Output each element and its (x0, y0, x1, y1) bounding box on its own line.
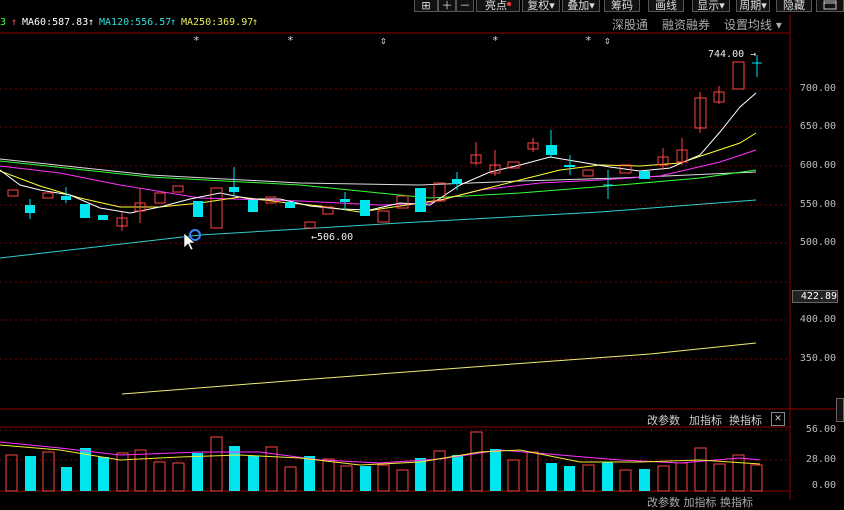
volume-tick: 0.00 (811, 480, 836, 491)
candle-up (172, 185, 184, 193)
change-params-button[interactable]: 改参数 (647, 412, 680, 428)
volume-bar (248, 456, 259, 491)
switch-indicator-button[interactable]: 换指标 (729, 412, 762, 428)
candle-down (193, 201, 203, 217)
volume-bar (210, 436, 223, 492)
candle-down (98, 215, 108, 220)
volume-bar (750, 464, 763, 492)
volume-bar (98, 457, 109, 491)
candle-up (732, 61, 745, 90)
volume-bar (229, 446, 240, 491)
price-tick: 700.00 (799, 83, 836, 94)
volume-bar (42, 451, 55, 492)
high-price-label: 744.00 → (708, 49, 757, 60)
candle-down (80, 204, 90, 218)
volume-bar (360, 466, 371, 491)
add-indicator-button[interactable]: 加指标 (689, 412, 722, 428)
candle-down (340, 199, 350, 202)
price-tick: 400.00 (799, 314, 836, 325)
candle-up (377, 210, 390, 223)
volume-bar (657, 465, 670, 492)
candle-down (248, 200, 258, 212)
candle-up (582, 169, 594, 177)
candle-down (546, 145, 557, 155)
panel-scroll-handle[interactable] (836, 398, 844, 422)
volume-tick: 56.00 (805, 424, 836, 435)
price-tick: 550.00 (799, 199, 836, 210)
volume-bar (322, 458, 335, 492)
volume-bar (284, 466, 297, 492)
volume-bar (582, 464, 595, 492)
price-tick: 600.00 (799, 160, 836, 171)
volume-bar (564, 466, 575, 491)
volume-bar (507, 459, 520, 492)
price-tick: 500.00 (799, 237, 836, 248)
volume-bar (713, 463, 726, 492)
volume-bar (377, 464, 390, 492)
volume-bar (470, 431, 483, 492)
grid-lines (0, 88, 790, 461)
ma30-line (0, 160, 757, 199)
volume-bar (433, 450, 446, 492)
price-tick: 350.00 (799, 353, 836, 364)
volume-tick: 28.00 (805, 454, 836, 465)
volume-bar (116, 452, 129, 492)
low-price-label: ←506.00 (311, 232, 354, 243)
volume-bar (675, 462, 688, 492)
price-tick: 650.00 (799, 121, 836, 132)
ma250-line (121, 342, 757, 395)
close-icon[interactable]: ✕ (771, 412, 785, 426)
volume-bar (490, 449, 501, 491)
volume-bar (546, 463, 557, 491)
candle-down (639, 171, 650, 179)
volume-bar (61, 467, 72, 491)
volume-bar (192, 453, 203, 491)
volume-ma-line (0, 444, 761, 466)
current-price-badge: 422.89 (792, 290, 838, 303)
volume-bar (396, 469, 409, 492)
volume-bar (732, 454, 745, 492)
volume-bar (639, 469, 650, 491)
volume-bar (304, 456, 315, 491)
candle-down (25, 205, 35, 213)
candle-down (415, 188, 426, 212)
ma5-line (0, 92, 757, 214)
candle-down (564, 165, 575, 167)
candle-up (7, 189, 19, 197)
candle-up (304, 221, 316, 229)
candle-down (285, 202, 295, 208)
volume-bar (619, 469, 632, 492)
bottom-toolbar-partial: 改参数 加指标 换指标 (647, 496, 753, 509)
volume-bar (526, 451, 539, 492)
candle-down (452, 179, 462, 184)
candle-up (154, 192, 166, 204)
ma120-line (0, 199, 757, 259)
candle-down (229, 187, 239, 192)
candle-up (42, 192, 54, 199)
volume-bar (25, 456, 36, 491)
volume-bar (172, 462, 185, 492)
volume-bar (602, 462, 613, 491)
candle-down (360, 200, 370, 216)
volume-bar (134, 449, 147, 492)
candle-down (61, 196, 71, 200)
volume-bar (340, 465, 353, 492)
volume-bar (415, 458, 426, 491)
volume-bar (694, 447, 707, 492)
volume-bar (452, 455, 463, 491)
volume-bar (153, 461, 166, 492)
